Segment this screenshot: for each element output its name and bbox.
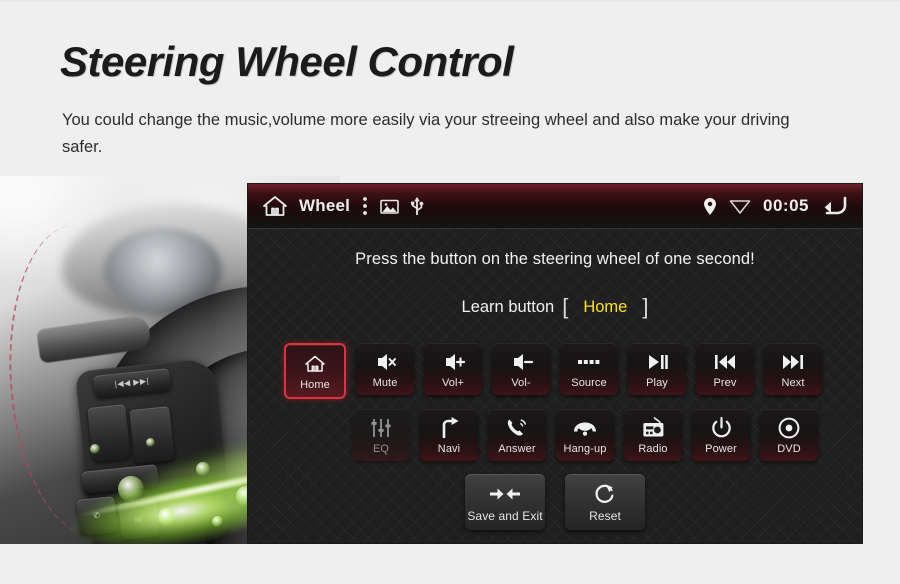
page-description: You could change the music,volume more e…: [62, 111, 790, 156]
save-and-exit-button[interactable]: Save and Exit: [465, 474, 545, 530]
picture-icon[interactable]: [380, 198, 399, 215]
key-label: Hang-up: [563, 442, 607, 455]
screen-title: Wheel: [299, 196, 351, 215]
home-icon: [304, 352, 326, 376]
key-next[interactable]: Next: [764, 343, 822, 395]
key-navi[interactable]: Navi: [420, 409, 478, 461]
key-label: Navi: [437, 442, 461, 455]
key-label: Vol-: [511, 376, 531, 389]
key-volume-up[interactable]: Vol+: [424, 343, 482, 395]
learn-button-row: Learn button [ Home ]: [248, 294, 862, 320]
navigation-turn-icon: [438, 416, 460, 440]
key-label: Answer: [498, 442, 536, 455]
key-volume-down[interactable]: Vol-: [492, 343, 550, 395]
key-row-1: Home Mute Vol+ Vol- Source Play Prev Nex…: [284, 343, 826, 399]
key-label: Mute: [372, 376, 398, 389]
action-button-row: Save and Exit Reset: [248, 474, 862, 530]
key-source[interactable]: Source: [560, 343, 618, 395]
clock-time: 00:05: [763, 196, 809, 215]
source-dots-icon: [577, 350, 601, 374]
learn-close-bracket: ]: [642, 294, 649, 319]
key-hangup[interactable]: Hang-up: [556, 409, 614, 461]
key-label: Radio: [638, 442, 668, 455]
save-exit-arrows-icon: [488, 482, 522, 506]
key-label: Home: [300, 378, 330, 391]
key-grid: Home Mute Vol+ Vol- Source Play Prev Nex…: [284, 343, 826, 471]
wifi-signal-icon: [729, 199, 751, 214]
key-label: Next: [781, 376, 805, 389]
status-bar: Wheel 00:05: [248, 184, 862, 228]
key-label: Power: [705, 442, 737, 455]
volume-up-icon: [440, 350, 466, 374]
button-label: Save and Exit: [467, 509, 543, 523]
key-play[interactable]: Play: [628, 343, 686, 395]
disc-icon: [778, 416, 800, 440]
key-label: EQ: [372, 442, 390, 455]
head-unit-screen: Wheel 00:05 Press the button on the stee…: [248, 184, 862, 543]
location-pin-icon: [703, 197, 717, 216]
volume-down-icon: [508, 350, 534, 374]
learn-button-value: Home: [583, 297, 628, 316]
play-pause-icon: [644, 350, 670, 374]
usb-icon[interactable]: [410, 196, 424, 216]
key-answer[interactable]: Answer: [488, 409, 546, 461]
phone-answer-icon: [505, 416, 529, 440]
equalizer-icon: [370, 416, 392, 440]
reset-refresh-icon: [594, 482, 616, 506]
home-icon[interactable]: [262, 194, 288, 218]
key-mute[interactable]: Mute: [356, 343, 414, 395]
instruction-text: Press the button on the steering wheel o…: [355, 250, 755, 268]
key-prev[interactable]: Prev: [696, 343, 754, 395]
key-label: Source: [571, 376, 607, 389]
learn-button-label: Learn button: [461, 297, 555, 316]
overflow-menu-icon[interactable]: [361, 195, 369, 217]
key-dvd[interactable]: DVD: [760, 409, 818, 461]
key-label: Prev: [713, 376, 737, 389]
power-icon: [711, 416, 732, 440]
previous-track-icon: [712, 350, 738, 374]
page-top-hairline: [0, 0, 900, 3]
key-label: DVD: [777, 442, 801, 455]
radio-icon: [642, 416, 665, 440]
key-eq[interactable]: EQ: [352, 409, 410, 461]
key-radio[interactable]: Radio: [624, 409, 682, 461]
speaker-mute-icon: [372, 350, 398, 374]
key-label: Play: [646, 376, 668, 389]
back-arrow-icon[interactable]: [821, 195, 848, 217]
heading-block: Steering Wheel Control You could change …: [60, 38, 820, 160]
key-label: Vol+: [441, 376, 465, 389]
page-root: Steering Wheel Control You could change …: [0, 0, 900, 584]
phone-hangup-icon: [572, 416, 598, 440]
reset-button[interactable]: Reset: [565, 474, 645, 530]
key-power[interactable]: Power: [692, 409, 750, 461]
next-track-icon: [780, 350, 806, 374]
button-label: Reset: [589, 509, 621, 523]
key-home[interactable]: Home: [284, 343, 346, 399]
key-row-2: EQ Navi Answer Hang-up Radio Power DVD: [352, 409, 826, 461]
page-title: Steering Wheel Control: [60, 38, 514, 85]
